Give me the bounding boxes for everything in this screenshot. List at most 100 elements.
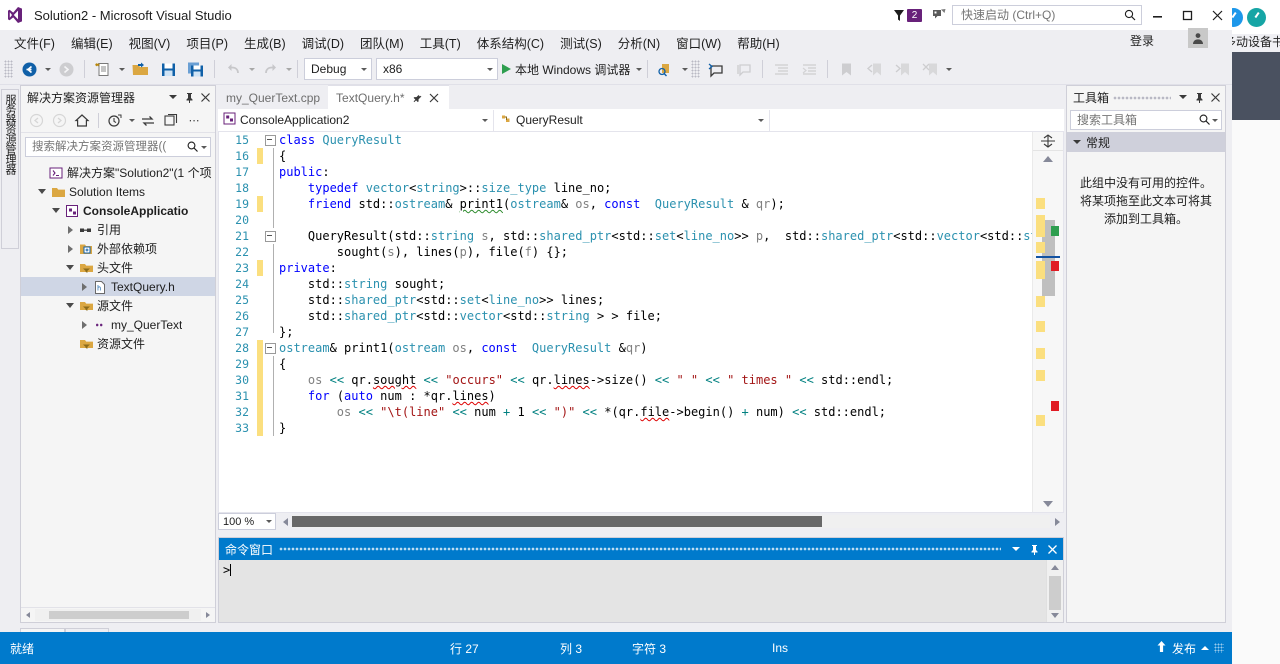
command-window-drag-area[interactable]	[279, 542, 1001, 556]
fold-toggle-icon[interactable]	[263, 228, 277, 244]
chevron-down-icon[interactable]	[756, 109, 765, 131]
code-line[interactable]: 27};	[219, 324, 1033, 340]
code-line[interactable]: 24 std::string sought;	[219, 276, 1033, 292]
code-line[interactable]: 19 friend std::ostream& print1(ostream& …	[219, 196, 1033, 212]
tree-expander-open[interactable]	[63, 258, 77, 277]
close-icon[interactable]	[1202, 0, 1232, 30]
tree-item-textquery-h[interactable]: h TextQuery.h	[21, 277, 215, 296]
code-line[interactable]: 32 os << "\t(line" << num + 1 << ")" << …	[219, 404, 1033, 420]
new-item-dropdown[interactable]	[117, 58, 126, 80]
code-line[interactable]: 22 sought(s), lines(p), file(f) {};	[219, 244, 1033, 260]
tree-item-resource-files[interactable]: 资源文件	[21, 334, 215, 353]
toolbox-search-input[interactable]	[1075, 112, 1198, 128]
tree-item-external-dependencies[interactable]: 外部依赖项	[21, 239, 215, 258]
toolbox-drag-area[interactable]	[1113, 91, 1171, 103]
tree-expander-closed[interactable]	[77, 315, 91, 334]
solution-search-input[interactable]	[30, 140, 187, 154]
code-line[interactable]: 20	[219, 212, 1033, 228]
code-line[interactable]: 15 class QueryResult	[219, 132, 1033, 148]
pin-icon[interactable]	[1025, 540, 1043, 558]
menu-item-edit[interactable]: 编辑(E)	[63, 30, 121, 55]
find-in-files-icon[interactable]	[652, 57, 680, 81]
pin-icon[interactable]	[181, 88, 197, 106]
feedback-icon[interactable]	[928, 4, 950, 26]
tree-expander-open[interactable]	[35, 182, 49, 201]
solution-explorer-hscrollbar[interactable]	[21, 607, 215, 622]
split-editor-icon[interactable]	[1033, 132, 1063, 151]
solution-configuration-combo[interactable]: Debug	[304, 58, 372, 80]
tree-item-source-files[interactable]: 源文件	[21, 296, 215, 315]
pending-changes-dropdown[interactable]	[127, 109, 136, 131]
navbar-member-combo[interactable]	[770, 110, 1064, 131]
chevron-down-icon[interactable]	[485, 58, 494, 80]
solution-search-box[interactable]	[25, 137, 211, 157]
chevron-down-icon[interactable]	[1175, 88, 1191, 106]
toolbox-group-general[interactable]: 常规	[1067, 132, 1225, 152]
quick-launch-input[interactable]	[959, 7, 1123, 23]
properties-icon[interactable]	[160, 110, 182, 130]
open-file-icon[interactable]	[126, 57, 154, 81]
menu-item-file[interactable]: 文件(F)	[6, 30, 63, 55]
editor-tab-my-quertext-cpp[interactable]: my_QuerText.cpp	[218, 86, 329, 109]
code-line[interactable]: 28 ostream& print1(ostream os, const Quer…	[219, 340, 1033, 356]
close-icon[interactable]	[1207, 88, 1223, 106]
tree-item-solution-items[interactable]: Solution Items	[21, 182, 215, 201]
chevron-down-icon[interactable]	[165, 88, 181, 106]
menu-item-view[interactable]: 视图(V)	[121, 30, 179, 55]
code-line[interactable]: 16 {	[219, 148, 1033, 164]
scroll-up-icon[interactable]	[1033, 151, 1063, 167]
code-line[interactable]: 31 for (auto num : *qr.lines)	[219, 388, 1033, 404]
sync-with-active-document-icon[interactable]	[137, 110, 159, 130]
code-line[interactable]: 18 typedef vector<string>::size_type lin…	[219, 180, 1033, 196]
menu-item-test[interactable]: 测试(S)	[552, 30, 610, 55]
notifications-button[interactable]: 2	[887, 8, 928, 22]
fold-toggle-icon[interactable]	[263, 340, 277, 356]
code-line[interactable]: 25 std::shared_ptr<std::set<line_no>> li…	[219, 292, 1033, 308]
navbar-project-combo[interactable]: ConsoleApplication2	[218, 109, 494, 131]
start-debugging-dropdown[interactable]	[634, 58, 643, 80]
code-line[interactable]: 21 QueryResult(std::string s, std::share…	[219, 228, 1033, 244]
chevron-down-icon[interactable]	[200, 136, 208, 158]
menu-item-tools[interactable]: 工具(T)	[412, 30, 469, 55]
toolbox-search-box[interactable]	[1070, 110, 1222, 130]
tree-item-header-files[interactable]: 头文件	[21, 258, 215, 277]
fold-toggle-icon[interactable]	[263, 132, 277, 148]
chevron-down-icon[interactable]	[480, 109, 489, 131]
find-dropdown[interactable]	[680, 58, 689, 80]
scroll-left-icon[interactable]	[21, 609, 35, 621]
chevron-down-icon[interactable]	[1073, 140, 1081, 144]
chevron-down-icon[interactable]	[359, 58, 368, 80]
tree-expander-open[interactable]	[49, 201, 63, 220]
solution-platform-combo[interactable]: x86	[376, 58, 498, 80]
user-avatar-icon[interactable]	[1188, 28, 1208, 48]
scroll-right-icon[interactable]	[201, 609, 215, 621]
hscroll-track[interactable]	[292, 515, 1050, 528]
toolbar-grip[interactable]	[4, 60, 13, 78]
minimize-icon[interactable]	[1142, 0, 1172, 30]
scroll-up-icon[interactable]	[1047, 560, 1063, 574]
tree-item-solution[interactable]: 解决方案"Solution2"(1 个项	[21, 163, 215, 182]
hscroll-thumb[interactable]	[49, 611, 189, 619]
save-icon[interactable]	[154, 57, 182, 81]
status-publish-area[interactable]: 发布	[1156, 640, 1224, 657]
chevron-down-icon[interactable]	[1007, 540, 1025, 558]
code-line[interactable]: 23 private:	[219, 260, 1033, 276]
menu-item-help[interactable]: 帮助(H)	[729, 30, 787, 55]
chevron-down-icon[interactable]	[1212, 109, 1219, 131]
navbar-type-combo[interactable]: QueryResult	[494, 109, 770, 131]
chevron-down-icon[interactable]	[264, 511, 273, 533]
hscroll-thumb[interactable]	[292, 516, 822, 527]
navigate-back-icon[interactable]	[15, 57, 43, 81]
save-all-icon[interactable]	[182, 57, 210, 81]
home-icon[interactable]	[71, 110, 93, 130]
code-editor[interactable]: 15 class QueryResult 16{17 public: 18 typede…	[218, 132, 1064, 513]
menu-item-debug[interactable]: 调试(D)	[294, 30, 352, 55]
code-line[interactable]: 17 public:	[219, 164, 1033, 180]
tree-expander-open[interactable]	[63, 296, 77, 315]
tree-expander-closed[interactable]	[63, 220, 77, 239]
scrollbar-track[interactable]	[1033, 168, 1063, 494]
close-icon[interactable]	[1043, 540, 1061, 558]
code-line[interactable]: 30 os << qr.sought << "occurs" << qr.lin…	[219, 372, 1033, 388]
command-window-body[interactable]: >	[219, 560, 1063, 622]
toolbar-grip[interactable]	[691, 60, 701, 78]
